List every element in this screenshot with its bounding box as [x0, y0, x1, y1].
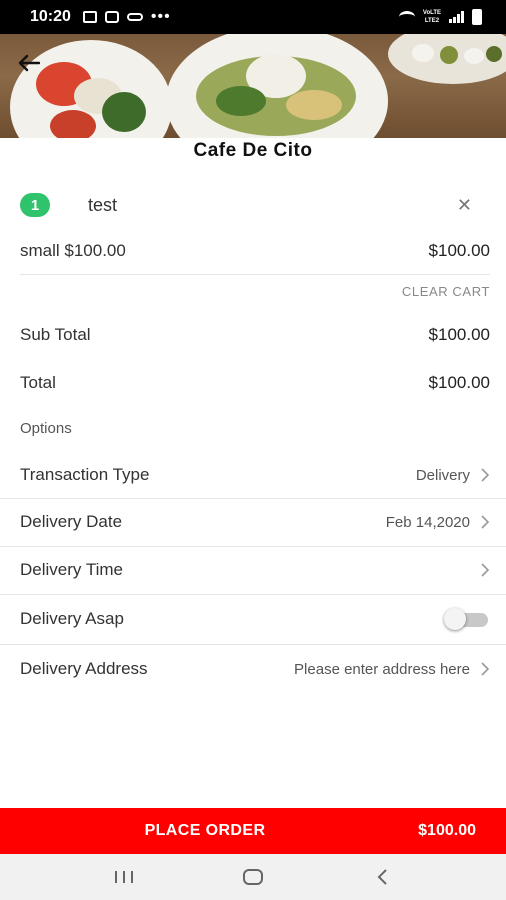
- toggle-thumb: [444, 608, 466, 630]
- transaction-type-value: Delivery: [415, 466, 470, 484]
- volte-label-bottom: LTE2: [424, 18, 440, 24]
- delivery-address-row[interactable]: Delivery Address Please enter address he…: [20, 646, 490, 692]
- chevron-left-icon: [377, 869, 387, 885]
- delivery-time-label: Delivery Time: [20, 560, 123, 579]
- cart-item-name: test: [88, 194, 118, 215]
- divider: [0, 594, 506, 595]
- recent-apps-icon: [115, 871, 134, 883]
- link-icon: [126, 13, 143, 21]
- battery-icon: [472, 9, 482, 25]
- plate-center: [166, 34, 388, 138]
- restaurant-name: Cafe De Cito: [193, 140, 313, 161]
- quantity-badge: 1: [20, 193, 50, 217]
- divider: [0, 644, 506, 645]
- home-button[interactable]: [233, 862, 273, 892]
- divider: [20, 274, 490, 275]
- delivery-time-row[interactable]: Delivery Time: [20, 547, 490, 593]
- status-notifications: •••: [82, 8, 171, 26]
- status-system-icons: VoLTE LTE2: [398, 9, 482, 25]
- plate-right: [388, 34, 506, 84]
- more-notifications-icon: •••: [150, 8, 171, 25]
- transaction-type-label: Transaction Type: [20, 465, 150, 484]
- arrow-left-icon: [18, 54, 40, 72]
- sub-total-value: $100.00: [428, 325, 490, 344]
- delivery-asap-row: Delivery Asap: [20, 596, 490, 642]
- back-button[interactable]: [14, 48, 44, 78]
- status-bar: 10:20 ••• VoLTE LTE2: [0, 0, 506, 34]
- home-icon: [242, 869, 263, 885]
- system-back-button[interactable]: [362, 862, 402, 892]
- total-row: Total $100.00: [20, 370, 490, 396]
- delivery-address-label: Delivery Address: [20, 659, 148, 678]
- gallery-icon: [82, 11, 97, 23]
- item-variant-price: $100.00: [428, 241, 490, 260]
- place-order-amount: $100.00: [418, 822, 476, 839]
- cart-item-row: 1 test ✕: [20, 188, 490, 222]
- volte-icon: VoLTE LTE2: [423, 9, 441, 25]
- place-order-button[interactable]: PLACE ORDER $100.00: [0, 808, 506, 854]
- recent-apps-button[interactable]: [104, 862, 144, 892]
- place-order-label: PLACE ORDER: [144, 822, 266, 839]
- item-variant-label: small $100.00: [20, 241, 126, 260]
- message-icon: [104, 11, 119, 23]
- chevron-right-icon: [480, 467, 490, 483]
- chevron-right-icon: [480, 514, 490, 530]
- delivery-asap-label: Delivery Asap: [20, 609, 124, 628]
- delivery-date-value: Feb 14,2020: [385, 513, 470, 531]
- item-variant-row: small $100.00 $100.00: [20, 238, 490, 264]
- wifi-icon: [398, 11, 415, 23]
- delivery-date-row[interactable]: Delivery Date Feb 14,2020: [20, 499, 490, 545]
- sub-total-label: Sub Total: [20, 325, 91, 344]
- total-label: Total: [20, 373, 56, 392]
- volte-label-top: VoLTE: [422, 10, 441, 16]
- chevron-right-icon: [480, 562, 490, 578]
- delivery-asap-toggle[interactable]: [444, 608, 490, 630]
- remove-item-button[interactable]: ✕: [457, 195, 472, 216]
- sub-total-row: Sub Total $100.00: [20, 322, 490, 348]
- options-section-label: Options: [20, 420, 72, 437]
- delivery-date-label: Delivery Date: [20, 512, 123, 531]
- chevron-right-icon: [480, 661, 490, 677]
- total-value: $100.00: [428, 373, 490, 392]
- restaurant-header-image: [0, 34, 506, 138]
- transaction-type-row[interactable]: Transaction Type Delivery: [20, 452, 490, 498]
- delivery-address-placeholder: Please enter address here: [294, 660, 470, 678]
- system-navigation-bar: [0, 854, 506, 900]
- clear-cart-button[interactable]: CLEAR CART: [402, 284, 490, 299]
- signal-icon: [449, 11, 464, 23]
- status-time: 10:20: [30, 8, 71, 25]
